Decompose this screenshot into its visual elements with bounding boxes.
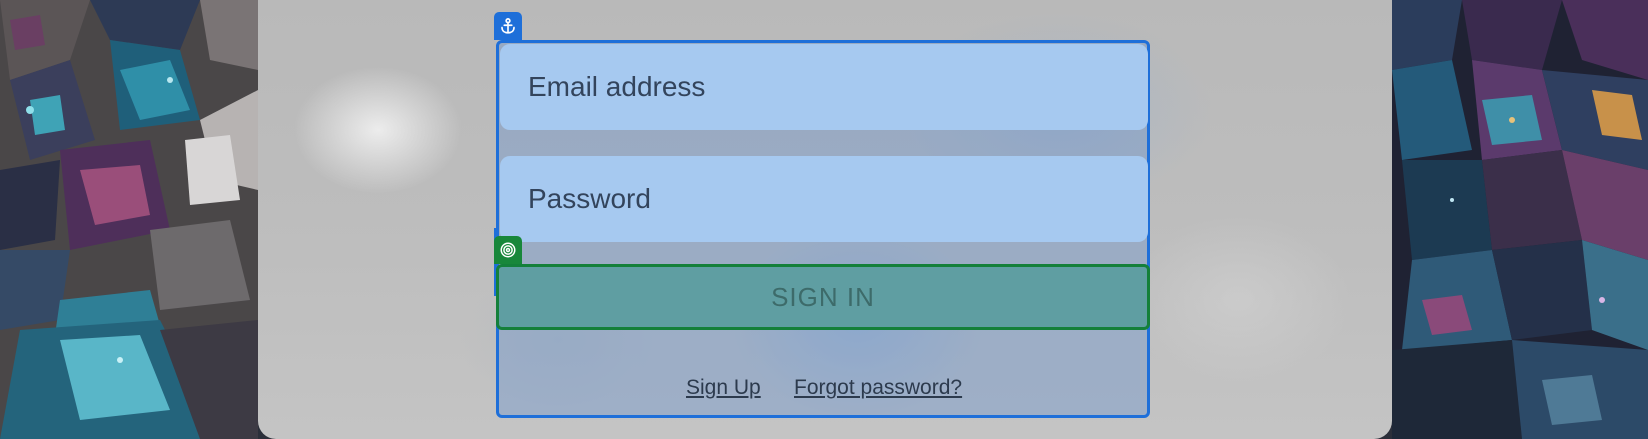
- password-field[interactable]: [500, 156, 1148, 242]
- target-icon: [494, 236, 522, 264]
- sign-in-button[interactable]: SIGN IN: [496, 264, 1150, 330]
- login-page: SIGN IN Sign Up Forgot password?: [0, 0, 1648, 439]
- forgot-password-link[interactable]: Forgot password?: [794, 376, 962, 400]
- crystal-background-left: [0, 0, 258, 439]
- email-field[interactable]: [500, 44, 1148, 130]
- crystal-background-right: [1392, 0, 1648, 439]
- anchor-icon: [494, 12, 522, 40]
- sign-up-link[interactable]: Sign Up: [686, 376, 761, 400]
